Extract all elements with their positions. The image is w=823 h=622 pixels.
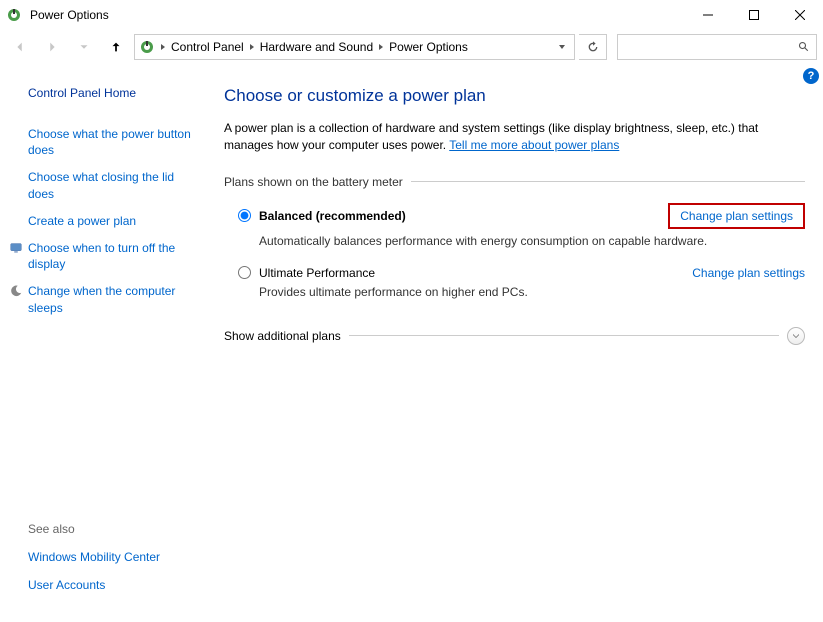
recent-locations-button[interactable] (70, 33, 98, 61)
power-options-icon (139, 39, 155, 55)
minimize-button[interactable] (685, 0, 731, 30)
sidebar-link-turn-off-display[interactable]: Choose when to turn off the display (28, 240, 198, 272)
change-plan-settings-ultimate[interactable]: Change plan settings (692, 266, 805, 280)
address-dropdown[interactable] (554, 35, 570, 59)
plan-description: Automatically balances performance with … (259, 234, 805, 248)
learn-more-link[interactable]: Tell me more about power plans (449, 138, 619, 152)
change-plan-settings-balanced[interactable]: Change plan settings (668, 203, 805, 229)
up-button[interactable] (102, 33, 130, 61)
breadcrumb-control-panel[interactable]: Control Panel (167, 35, 248, 59)
plan-name: Ultimate Performance (259, 266, 375, 280)
page-heading: Choose or customize a power plan (224, 86, 805, 106)
breadcrumb-separator[interactable] (377, 35, 385, 59)
see-also-label: See also (28, 522, 198, 536)
breadcrumb-separator[interactable] (248, 35, 256, 59)
refresh-button[interactable] (579, 34, 607, 60)
power-plan-ultimate: Ultimate Performance Change plan setting… (224, 266, 805, 299)
help-icon[interactable]: ? (803, 68, 819, 84)
search-icon (798, 41, 810, 53)
show-additional-label: Show additional plans (224, 329, 341, 343)
navigation-bar: Control Panel Hardware and Sound Power O… (0, 30, 823, 64)
window-title: Power Options (30, 8, 109, 22)
address-bar[interactable]: Control Panel Hardware and Sound Power O… (134, 34, 575, 60)
sleep-icon (8, 283, 24, 299)
search-input[interactable] (624, 40, 798, 54)
breadcrumb-hardware-sound[interactable]: Hardware and Sound (256, 35, 377, 59)
expand-button[interactable] (787, 327, 805, 345)
maximize-button[interactable] (731, 0, 777, 30)
sidebar-link-create-plan[interactable]: Create a power plan (28, 213, 198, 229)
link-user-accounts[interactable]: User Accounts (28, 578, 198, 592)
show-additional-plans-row: Show additional plans (224, 327, 805, 345)
close-button[interactable] (777, 0, 823, 30)
breadcrumb-separator[interactable] (159, 35, 167, 59)
forward-button[interactable] (38, 33, 66, 61)
plan-radio-balanced[interactable] (238, 209, 251, 222)
plan-name: Balanced (recommended) (259, 209, 406, 223)
display-icon (8, 240, 24, 256)
sidebar-link-power-button[interactable]: Choose what the power button does (28, 126, 198, 158)
plan-radio-ultimate[interactable] (238, 266, 251, 279)
breadcrumb-power-options[interactable]: Power Options (385, 35, 472, 59)
power-plan-balanced: Balanced (recommended) Change plan setti… (224, 203, 805, 248)
search-box[interactable] (617, 34, 817, 60)
control-panel-home-link[interactable]: Control Panel Home (28, 86, 198, 100)
plans-section-label: Plans shown on the battery meter (224, 175, 805, 189)
page-description: A power plan is a collection of hardware… (224, 120, 805, 155)
sidebar-link-computer-sleeps[interactable]: Change when the computer sleeps (28, 283, 198, 315)
main-content: ? Choose or customize a power plan A pow… (210, 64, 823, 622)
power-options-icon (6, 7, 22, 23)
sidebar-link-closing-lid[interactable]: Choose what closing the lid does (28, 169, 198, 201)
link-mobility-center[interactable]: Windows Mobility Center (28, 550, 198, 564)
back-button[interactable] (6, 33, 34, 61)
plan-description: Provides ultimate performance on higher … (259, 285, 805, 299)
title-bar: Power Options (0, 0, 823, 30)
sidebar: Control Panel Home Choose what the power… (0, 64, 210, 622)
